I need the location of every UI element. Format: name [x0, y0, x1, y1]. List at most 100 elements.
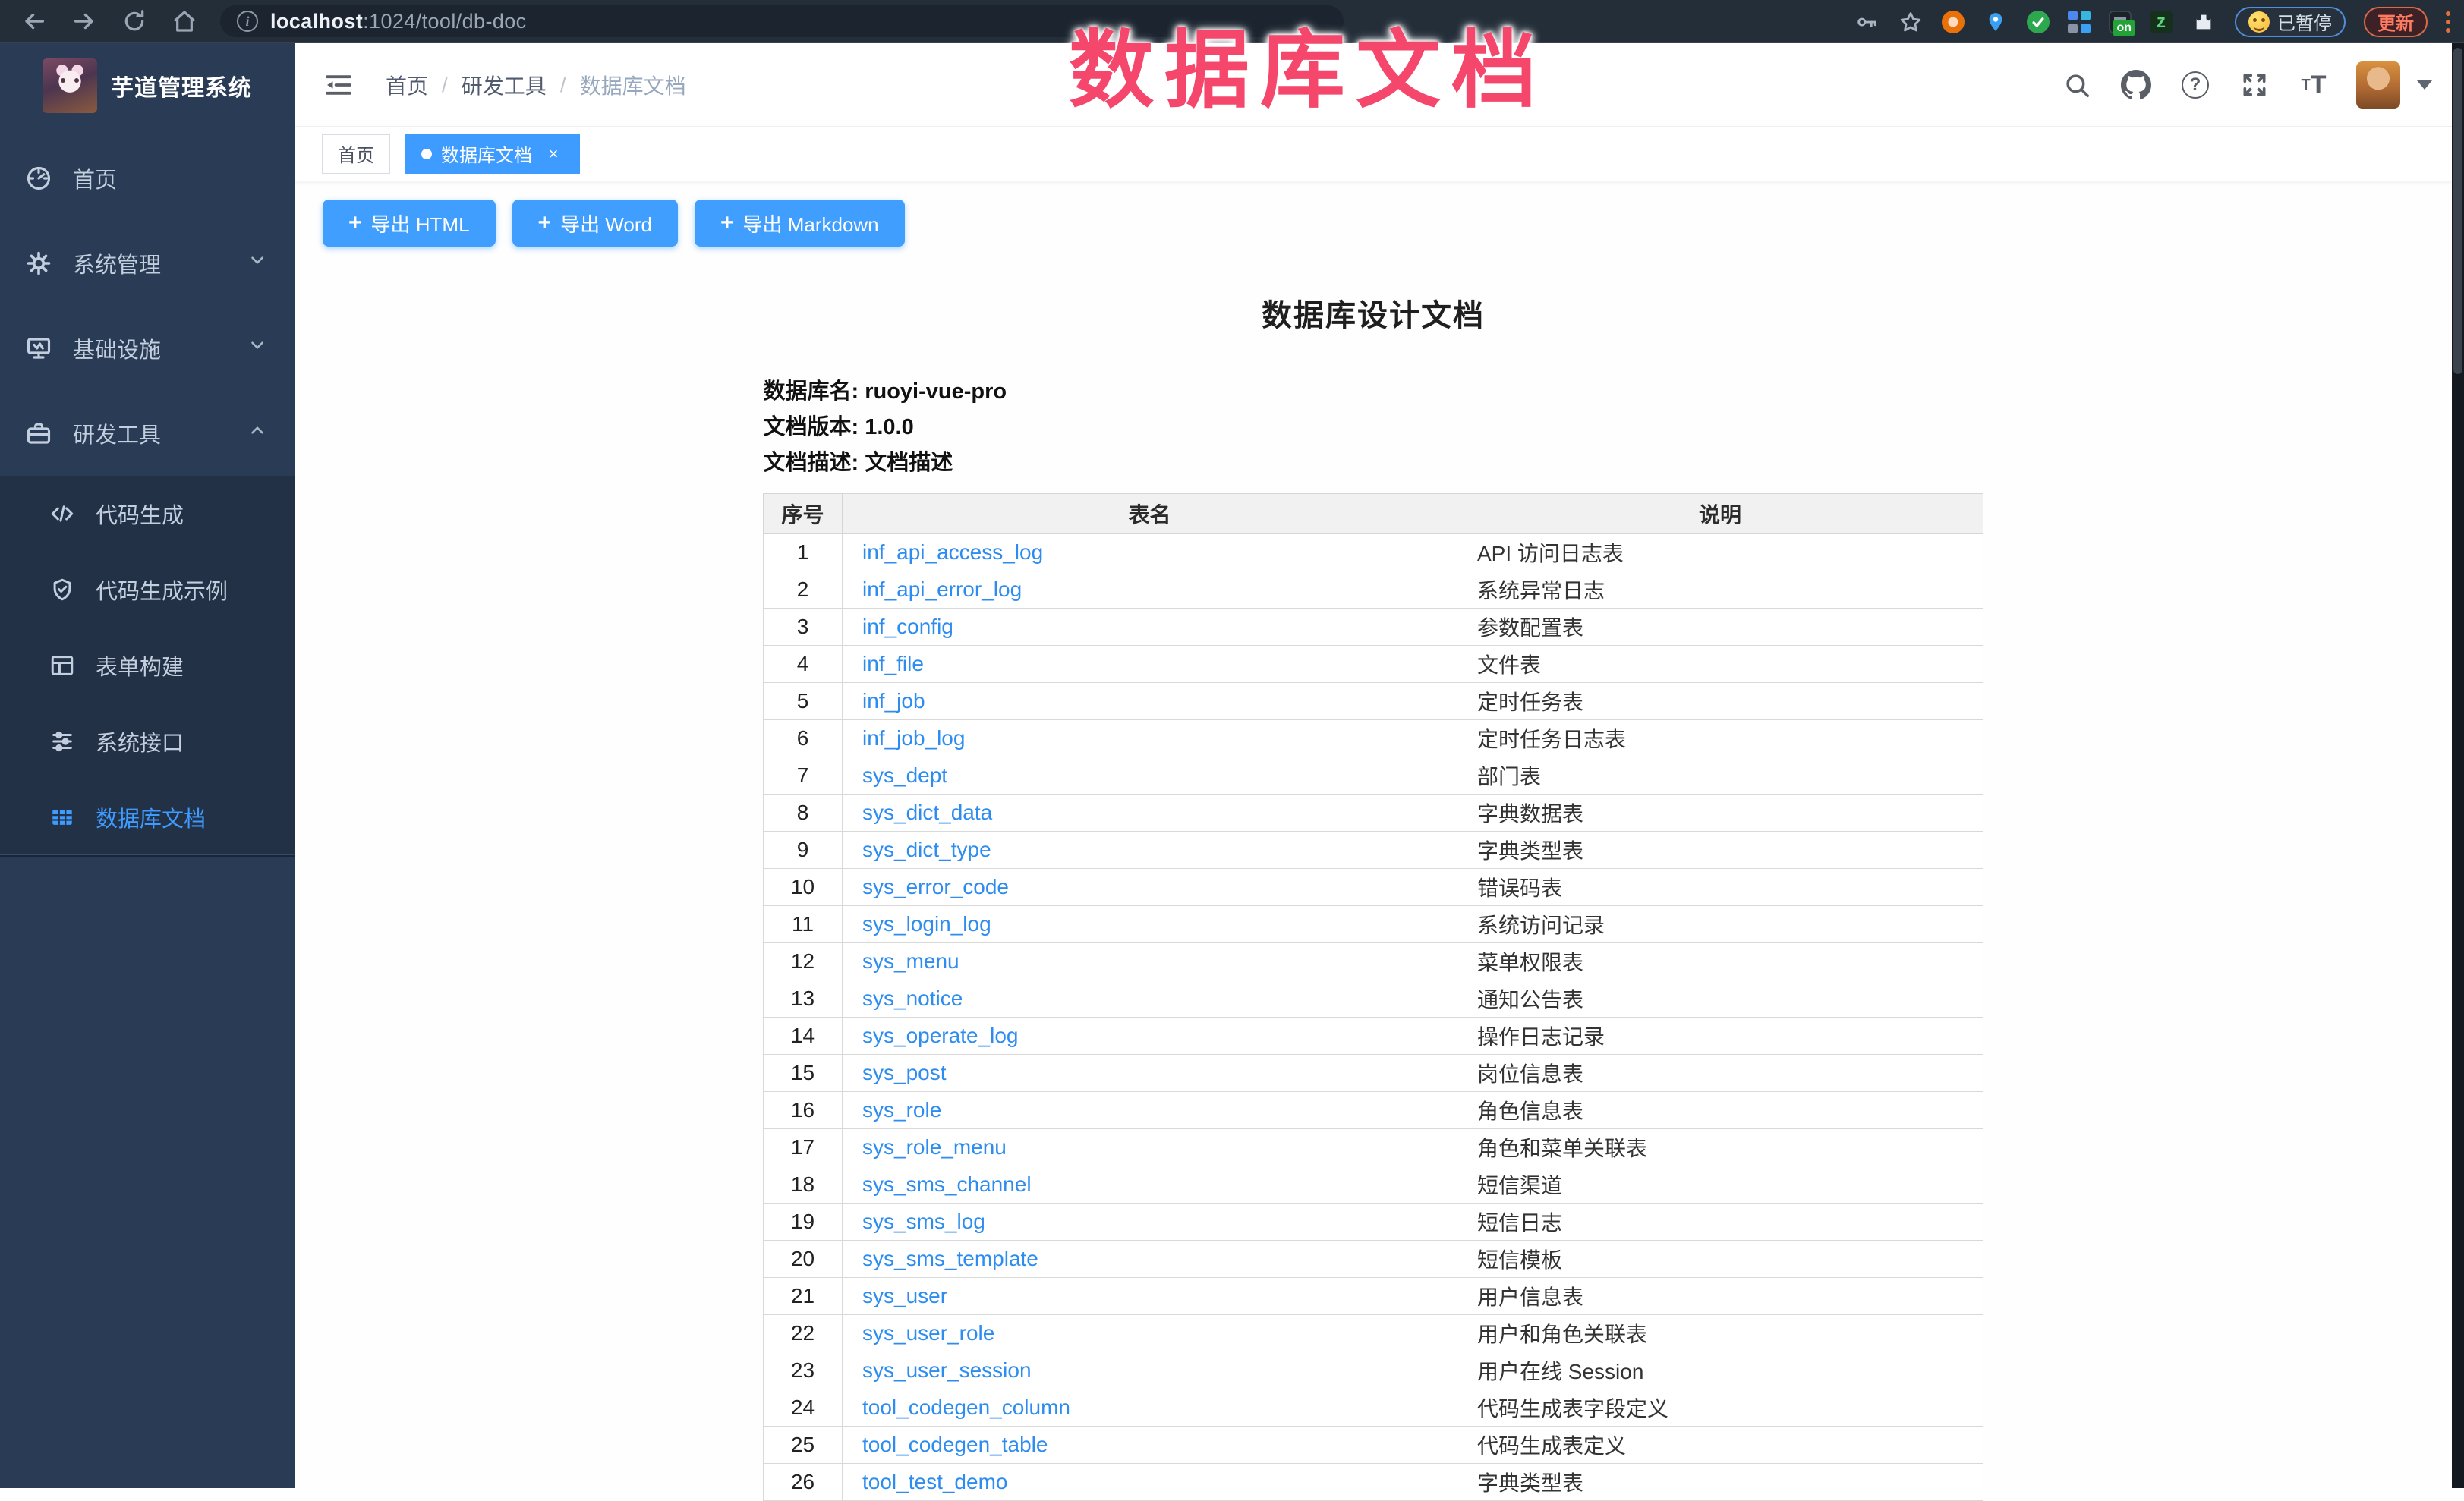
monitor-icon: [24, 334, 53, 363]
table-link[interactable]: inf_api_access_log: [862, 540, 1043, 564]
table-link[interactable]: inf_job: [862, 689, 925, 713]
table-row: 14 sys_operate_log 操作日志记录: [764, 1018, 1983, 1055]
row-desc: 字典数据表: [1457, 795, 1983, 832]
form-icon: [49, 652, 76, 679]
button-label: 导出 HTML: [371, 209, 470, 238]
sidebar-item-form-builder[interactable]: 表单构建: [0, 628, 295, 703]
browser-update-button[interactable]: 更新: [2364, 7, 2428, 37]
sidebar-collapse-icon[interactable]: [322, 68, 355, 102]
main-area: 首页 / 研发工具 / 数据库文档 ? TT 首页: [295, 43, 2452, 1488]
extension-tampermonkey-icon[interactable]: on: [2109, 11, 2132, 33]
table-link[interactable]: inf_job_log: [862, 726, 965, 750]
column-header-name: 表名: [843, 494, 1457, 534]
table-row: 8 sys_dict_data 字典数据表: [764, 795, 1983, 832]
shield-check-icon: [49, 576, 76, 603]
table-header-row: 序号 表名 说明: [764, 494, 1983, 534]
row-desc: 参数配置表: [1457, 609, 1983, 646]
table-link[interactable]: sys_user: [862, 1284, 947, 1307]
export-html-button[interactable]: + 导出 HTML: [323, 200, 496, 247]
table-link[interactable]: sys_dict_type: [862, 838, 991, 861]
table-link[interactable]: sys_sms_template: [862, 1247, 1038, 1270]
tag-home[interactable]: 首页: [322, 134, 390, 174]
table-link[interactable]: sys_dept: [862, 763, 947, 787]
app-title: 芋道管理系统: [111, 69, 252, 102]
extensions-puzzle-icon[interactable]: [2191, 9, 2217, 35]
sidebar-item-label: 研发工具: [73, 417, 161, 449]
browser-home-icon[interactable]: [170, 7, 199, 36]
table-link[interactable]: tool_test_demo: [862, 1470, 1007, 1493]
tag-close-icon[interactable]: ×: [543, 143, 564, 165]
sidebar-item-system[interactable]: 系统管理: [0, 221, 295, 306]
table-link[interactable]: sys_menu: [862, 949, 959, 973]
table-row: 12 sys_menu 菜单权限表: [764, 943, 1983, 980]
extension-icon[interactable]: [1942, 11, 1965, 33]
breadcrumb-devtools[interactable]: 研发工具: [462, 70, 547, 100]
info-value: 1.0.0: [865, 415, 914, 439]
browser-reload-icon[interactable]: [120, 7, 149, 36]
browser-back-icon[interactable]: [20, 7, 49, 36]
row-desc: 代码生成表字段定义: [1457, 1389, 1983, 1427]
avatar[interactable]: [2356, 61, 2400, 109]
tag-label: 数据库文档: [441, 140, 532, 167]
row-desc: 错误码表: [1457, 869, 1983, 906]
table-link[interactable]: sys_error_code: [862, 875, 1009, 898]
info-value: ruoyi-vue-pro: [865, 379, 1007, 404]
info-label: 文档版本:: [764, 415, 865, 439]
url-host: localhost: [270, 10, 363, 33]
row-index: 13: [764, 980, 843, 1018]
table-link[interactable]: inf_api_error_log: [862, 577, 1022, 601]
sidebar-item-devtools[interactable]: 研发工具: [0, 391, 295, 476]
browser-forward-icon[interactable]: [70, 7, 99, 36]
sidebar-item-codegen-example[interactable]: 代码生成示例: [0, 552, 295, 628]
table-row: 15 sys_post 岗位信息表: [764, 1055, 1983, 1092]
browser-menu-icon[interactable]: [2446, 11, 2450, 33]
site-info-icon[interactable]: i: [237, 11, 258, 32]
fullscreen-icon[interactable]: [2238, 68, 2271, 102]
sidebar-item-codegen[interactable]: 代码生成: [0, 476, 295, 552]
password-key-icon[interactable]: [1854, 9, 1880, 35]
table-link[interactable]: sys_notice: [862, 987, 963, 1010]
table-link[interactable]: tool_codegen_column: [862, 1396, 1070, 1419]
extension-grid-icon[interactable]: [2068, 11, 2091, 33]
table-link[interactable]: tool_codegen_table: [862, 1433, 1048, 1456]
github-icon[interactable]: [2119, 68, 2153, 102]
sidebar-item-db-doc[interactable]: 数据库文档: [0, 779, 295, 855]
table-link[interactable]: inf_config: [862, 615, 953, 638]
bookmark-star-icon[interactable]: [1898, 9, 1924, 35]
table-link[interactable]: sys_post: [862, 1061, 947, 1084]
table-link[interactable]: sys_dict_data: [862, 801, 992, 824]
active-dot-icon: [421, 149, 432, 159]
row-index: 21: [764, 1278, 843, 1315]
export-toolbar: + 导出 HTML + 导出 Word + 导出 Markdown: [295, 200, 2452, 247]
table-link[interactable]: sys_user_role: [862, 1321, 994, 1345]
scrollbar-thumb[interactable]: [2453, 48, 2462, 374]
tag-db-doc[interactable]: 数据库文档 ×: [405, 134, 580, 174]
sidebar-item-infra[interactable]: 基础设施: [0, 306, 295, 391]
table-link[interactable]: sys_sms_log: [862, 1210, 985, 1233]
extension-pin-icon[interactable]: [1983, 9, 2009, 35]
app-logo-row[interactable]: 芋道管理系统: [0, 43, 295, 124]
export-word-button[interactable]: + 导出 Word: [512, 200, 678, 247]
extension-paused-badge[interactable]: 已暂停: [2235, 7, 2346, 37]
sidebar-item-home[interactable]: 首页: [0, 136, 295, 221]
url-bar[interactable]: i localhost:1024/tool/db-doc: [220, 5, 1344, 37]
table-link[interactable]: sys_user_session: [862, 1358, 1032, 1382]
search-icon[interactable]: [2060, 68, 2094, 102]
extension-check-icon[interactable]: [2027, 11, 2050, 33]
user-caret-icon[interactable]: [2417, 80, 2432, 90]
table-link[interactable]: sys_role: [862, 1098, 941, 1122]
row-desc: 菜单权限表: [1457, 943, 1983, 980]
table-link[interactable]: inf_file: [862, 652, 924, 675]
table-link[interactable]: sys_operate_log: [862, 1024, 1018, 1047]
export-markdown-button[interactable]: + 导出 Markdown: [695, 200, 905, 247]
row-index: 12: [764, 943, 843, 980]
table-link[interactable]: sys_login_log: [862, 912, 991, 936]
help-icon[interactable]: ?: [2179, 68, 2212, 102]
table-link[interactable]: sys_role_menu: [862, 1135, 1007, 1159]
font-size-icon[interactable]: TT: [2297, 68, 2330, 102]
breadcrumb-home[interactable]: 首页: [386, 70, 428, 100]
sidebar-item-api[interactable]: 系统接口: [0, 703, 295, 779]
page-scrollbar[interactable]: [2452, 43, 2464, 1488]
extension-z-icon[interactable]: z: [2150, 11, 2173, 33]
table-link[interactable]: sys_sms_channel: [862, 1172, 1032, 1196]
